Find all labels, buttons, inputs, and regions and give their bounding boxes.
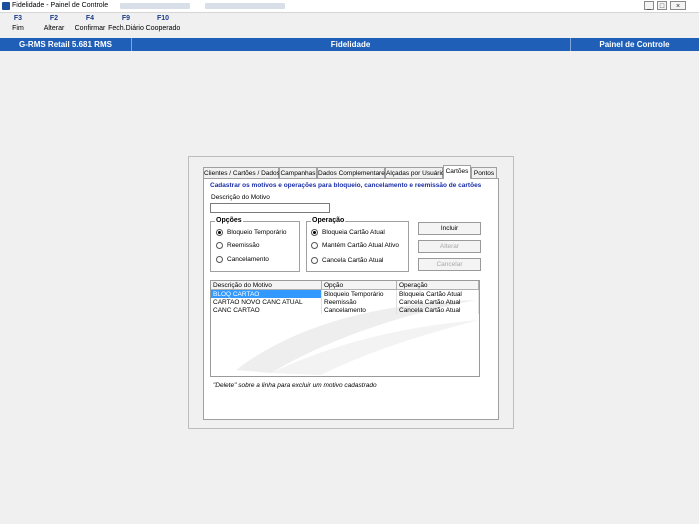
maximize-button[interactable]: □ — [657, 1, 667, 10]
status-module: Fidelidade — [131, 38, 571, 51]
blurred-area — [120, 3, 190, 9]
fkey-label: Fech.Diário — [108, 25, 144, 32]
fkey-alterar[interactable]: F2 Alterar — [40, 15, 68, 32]
cancelar-button[interactable]: Cancelar — [418, 258, 481, 271]
radio-label: Bloqueia Cartão Atual — [322, 229, 385, 237]
grid-header-opcao[interactable]: Opção — [321, 281, 397, 290]
title-bar: Fidelidade - Painel de Controle _ □ × — [0, 0, 699, 13]
motivo-input[interactable] — [210, 203, 330, 213]
tab-alcadas[interactable]: Alçadas por Usuário — [385, 167, 445, 178]
tab-pontos[interactable]: Pontos — [471, 167, 497, 178]
app-icon — [2, 2, 10, 10]
grid-cell: BLOQ CARTAO — [211, 289, 322, 298]
radio-bloqueio-temporario[interactable]: Bloqueio Temporário — [216, 229, 287, 236]
radio-dot-icon — [216, 256, 223, 263]
fkey-cooperado[interactable]: F10 Cooperado — [145, 15, 181, 32]
fkey-label: Cooperado — [145, 25, 181, 32]
fkey-label: Confirmar — [74, 25, 106, 32]
blurred-area — [205, 3, 285, 9]
radio-bloqueia-cartao[interactable]: Bloqueia Cartão Atual — [311, 229, 385, 236]
radio-dot-icon — [216, 242, 223, 249]
radio-dot-icon — [216, 229, 223, 236]
radio-dot-icon — [311, 229, 318, 236]
fkey-fim[interactable]: F3 Fim — [6, 15, 30, 32]
fkey-code: F10 — [156, 15, 170, 22]
fkey-code: F3 — [13, 15, 23, 22]
radio-label: Cancela Cartão Atual — [322, 257, 384, 265]
fkey-label: Alterar — [43, 25, 65, 32]
grid-cell: Cancela Cartão Atual — [396, 306, 479, 314]
tab-cartoes[interactable]: Cartões — [443, 165, 471, 179]
status-bar: G-RMS Retail 5.681 RMS Fidelidade Painel… — [0, 38, 699, 51]
grid-cell: Bloqueia Cartão Atual — [396, 289, 479, 298]
fkey-confirmar[interactable]: F4 Confirmar — [73, 15, 107, 32]
radio-label: Cancelamento — [227, 256, 269, 264]
fkey-code: F4 — [85, 15, 95, 22]
minimize-button[interactable]: _ — [644, 1, 654, 10]
window-title: Fidelidade - Painel de Controle — [12, 2, 109, 9]
radio-cancelamento[interactable]: Cancelamento — [216, 256, 269, 263]
radio-label: Reemissão — [227, 242, 260, 250]
grid-header-descricao[interactable]: Descrição do Motivo — [211, 281, 322, 290]
fkey-code: F9 — [121, 15, 131, 22]
operacao-title: Operação — [311, 217, 346, 224]
status-screen: Painel de Controle — [599, 40, 670, 49]
tab-campanhas[interactable]: Campanhas — [279, 167, 317, 178]
grid-cell: Cancela Cartão Atual — [396, 298, 479, 306]
grid-cell: Bloqueio Temporário — [321, 289, 397, 298]
close-button[interactable]: × — [670, 1, 686, 10]
grid-cell: Cancelamento — [321, 306, 397, 314]
table-row[interactable]: CARTAO NOVO CANC ATUAL Reemissão Cancela… — [211, 298, 479, 306]
grid-cell: CARTAO NOVO CANC ATUAL — [211, 298, 322, 306]
grid-cell: Reemissão — [321, 298, 397, 306]
radio-label: Mantém Cartão Atual Ativo — [322, 242, 399, 250]
radio-reemissao[interactable]: Reemissão — [216, 242, 260, 249]
radio-label: Bloqueio Temporário — [227, 229, 287, 237]
radio-dot-icon — [311, 242, 318, 249]
status-version: G-RMS Retail 5.681 RMS — [0, 38, 132, 51]
alterar-button[interactable]: Alterar — [418, 240, 481, 253]
function-key-toolbar: F3 Fim F2 Alterar F4 Confirmar F9 Fech.D… — [0, 13, 699, 39]
tab-dados-complementares[interactable]: Dados Complementares — [317, 167, 388, 178]
fkey-fech-diario[interactable]: F9 Fech.Diário — [108, 15, 144, 32]
motivos-grid[interactable]: Descrição do Motivo Opção Operação BLOQ … — [210, 280, 480, 377]
delete-hint: "Delete" sobre a linha para excluir um m… — [213, 382, 377, 389]
grid-table: Descrição do Motivo Opção Operação BLOQ … — [211, 281, 479, 314]
fkey-code: F2 — [49, 15, 59, 22]
grid-header-operacao[interactable]: Operação — [396, 281, 479, 290]
table-row[interactable]: CANC CARTAO Cancelamento Cancela Cartão … — [211, 306, 479, 314]
grid-cell: CANC CARTAO — [211, 306, 322, 314]
motivo-label: Descrição do Motivo — [211, 194, 270, 201]
tab-clientes[interactable]: Clientes / Cartões / Dados — [203, 167, 280, 178]
fkey-label: Fim — [12, 25, 24, 32]
radio-mantem-cartao[interactable]: Mantém Cartão Atual Ativo — [311, 242, 399, 249]
incluir-button[interactable]: Incluir — [418, 222, 481, 235]
radio-cancela-cartao[interactable]: Cancela Cartão Atual — [311, 257, 383, 264]
radio-dot-icon — [311, 257, 318, 264]
page-headline: Cadastrar os motivos e operações para bl… — [210, 182, 482, 189]
table-row[interactable]: BLOQ CARTAO Bloqueio Temporário Bloqueia… — [211, 289, 479, 298]
opcoes-title: Opções — [215, 217, 243, 224]
